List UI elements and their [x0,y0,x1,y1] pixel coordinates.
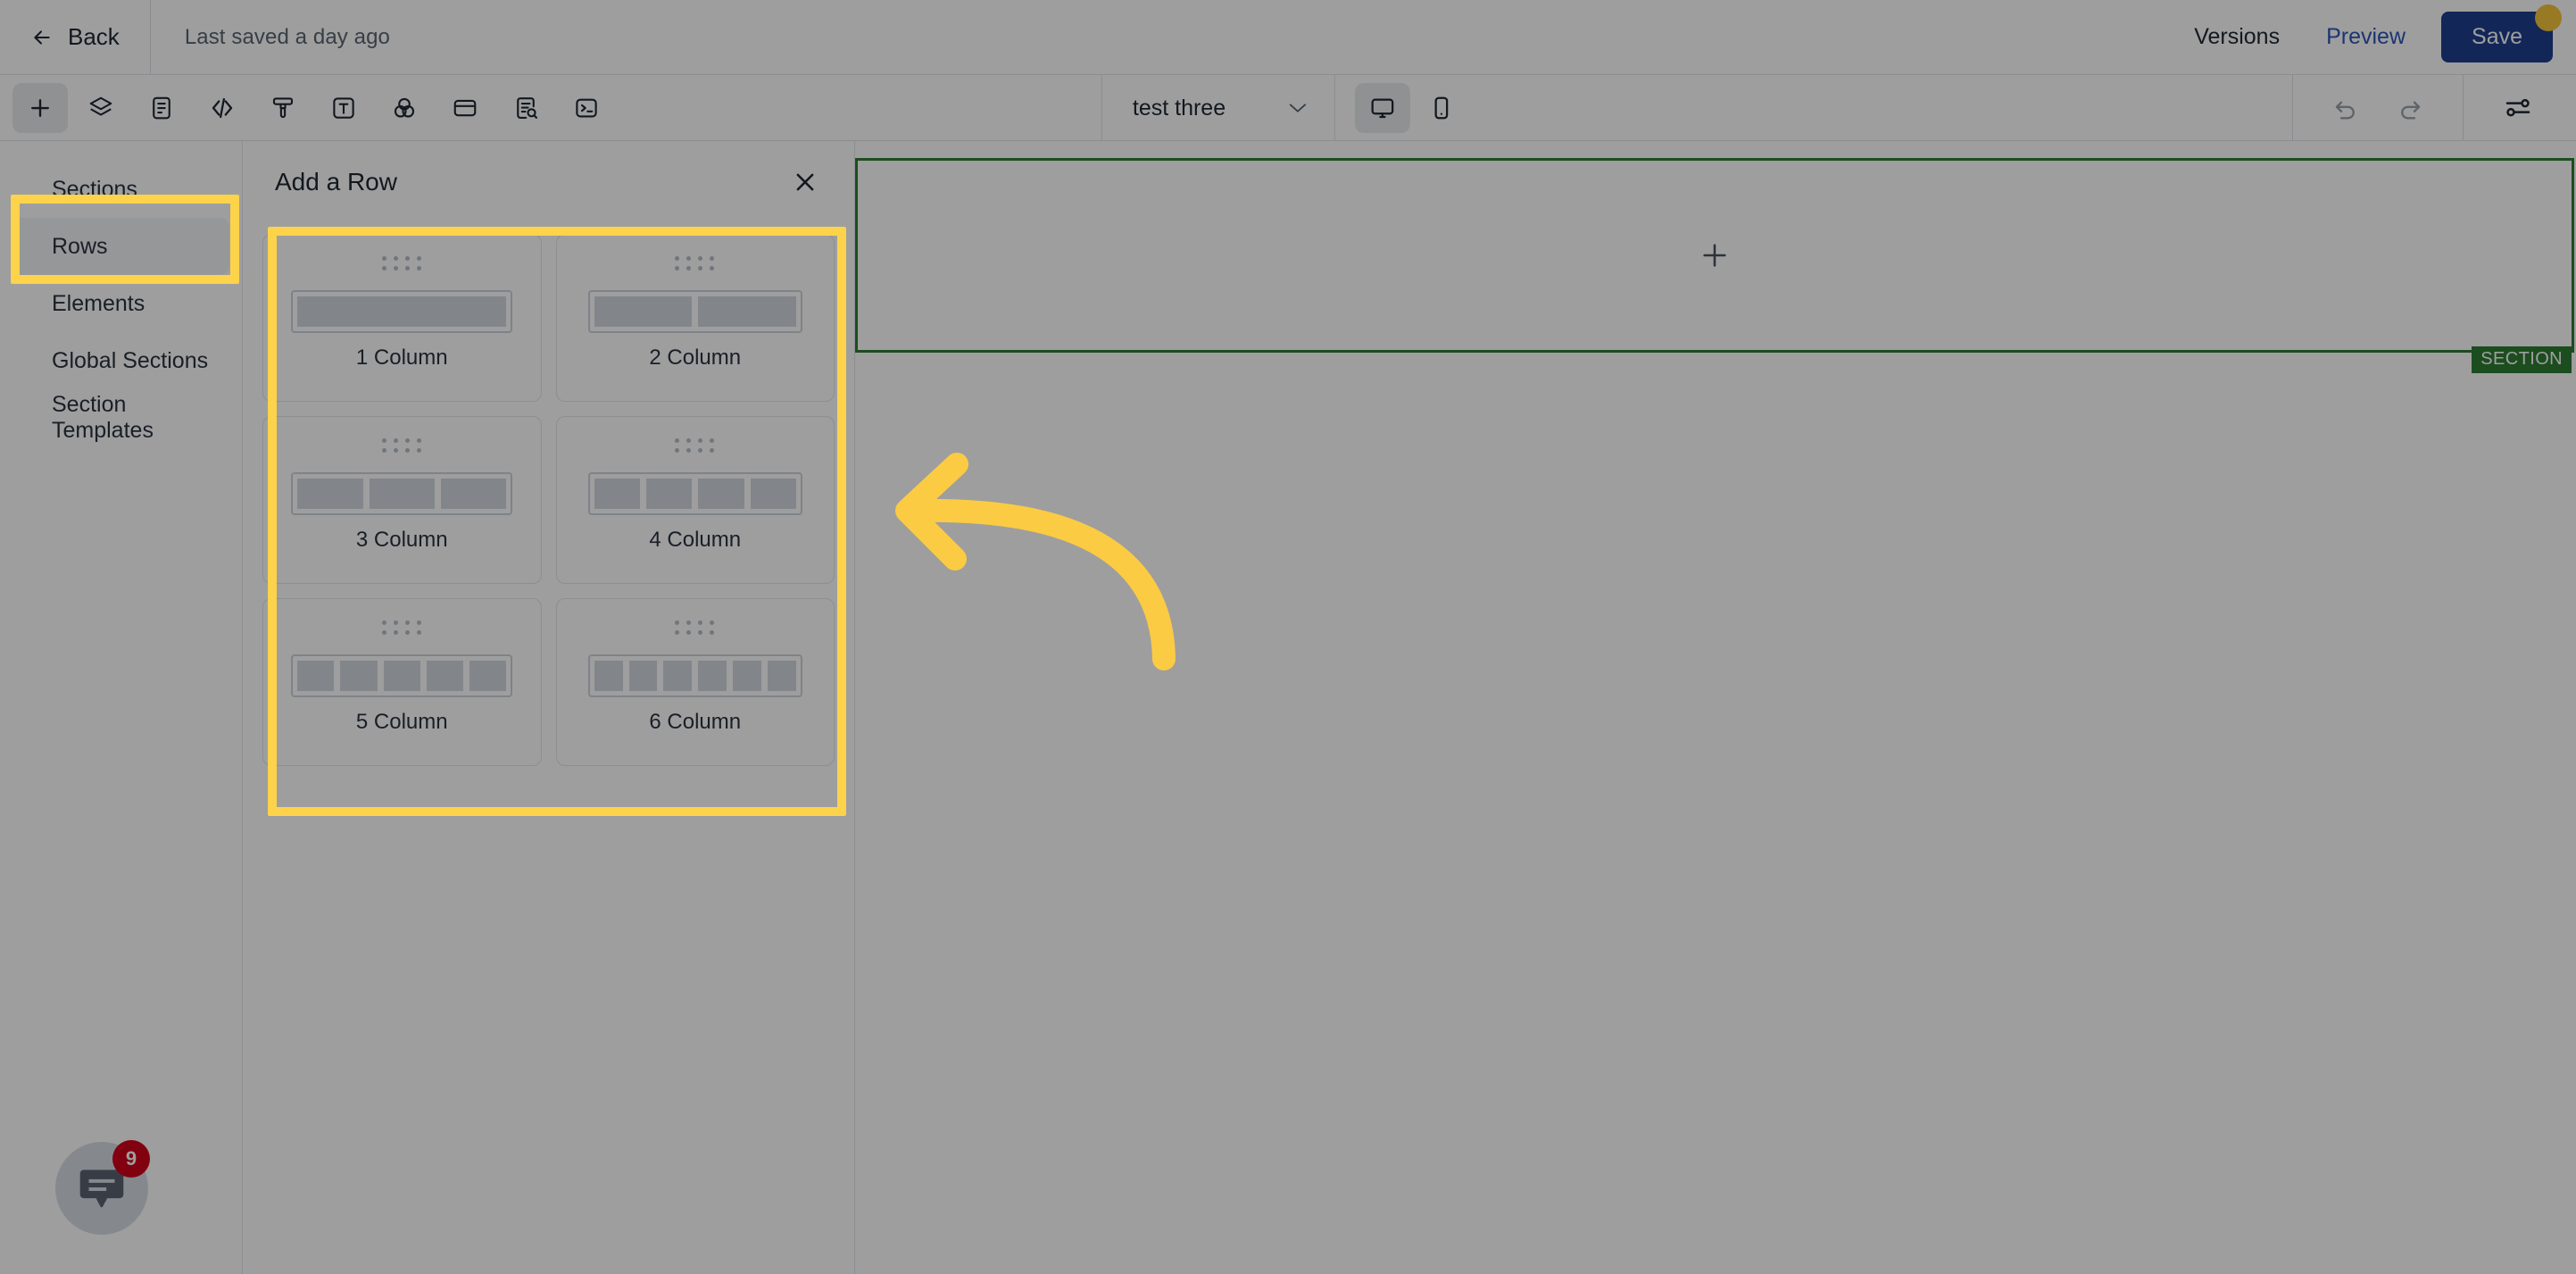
color-palette-icon [391,95,418,121]
panel-header: Add a Row [243,141,854,223]
layers-icon-button[interactable] [73,83,129,133]
code-icon [209,95,236,121]
desktop-icon-button[interactable] [1355,83,1411,133]
section-badge: SECTION [2472,346,2572,373]
row-preview-3 [291,472,513,515]
row-preview-4 [587,472,802,515]
row-options-grid: 1 Column 2 Column 3 Column 4 Column 5 Co [243,223,854,786]
row-option-label: 6 Column [649,710,742,734]
page-content-icon [148,95,175,121]
drag-handle-icon[interactable] [675,620,715,635]
page-select-value: test three [1132,95,1226,121]
add-icon-button[interactable] [12,82,68,133]
row-option-4-column[interactable]: 4 Column [555,416,835,584]
row-preview-1 [291,290,513,333]
container-icon-button[interactable] [437,83,493,133]
chat-unread-badge: 9 [112,1140,150,1178]
last-saved-status: Last saved a day ago [184,24,390,49]
row-option-label: 4 Column [649,528,742,552]
seo-icon-button[interactable] [498,83,553,133]
row-preview-6 [587,654,802,697]
row-option-5-column[interactable]: 5 Column [262,598,542,766]
seo-icon [512,95,539,121]
code-icon-button[interactable] [195,83,250,133]
row-option-2-column[interactable]: 2 Column [555,234,835,402]
toolbar-left-group [0,82,614,133]
row-preview-5 [291,654,513,697]
container-icon [452,95,478,121]
add-row-panel: Add a Row 1 Column 2 Column 3 Column 4 C… [243,141,855,1274]
layers-icon [87,95,114,121]
undo-icon-button[interactable] [2318,83,2373,133]
back-label: Back [68,23,120,50]
back-button[interactable]: Back [0,0,151,75]
chat-widget[interactable]: 9 [55,1140,150,1235]
toolbar-center-group: test three [1101,75,1469,141]
page-canvas: SECTION [855,141,2576,1274]
unsaved-changes-dot [2535,4,2562,31]
redo-icon [2397,95,2423,121]
row-option-label: 3 Column [355,528,448,552]
typography-icon [330,95,357,121]
row-preview-2 [587,290,802,333]
redo-icon-button[interactable] [2382,83,2438,133]
arrow-left-icon [30,26,54,49]
desktop-icon [1369,95,1396,121]
preview-button[interactable]: Preview [2303,24,2429,50]
page-select[interactable]: test three [1101,75,1336,141]
sidebar-item-sections[interactable]: Sections [12,161,229,218]
sidebar-item-global-sections[interactable]: Global Sections [12,332,229,389]
sidebar-item-section-templates[interactable]: Section Templates [12,389,229,446]
row-option-1-column[interactable]: 1 Column [262,234,542,402]
device-switcher [1335,83,1469,133]
toolbar-right-group [2292,75,2576,141]
row-option-3-column[interactable]: 3 Column [262,416,542,584]
mobile-icon-button[interactable] [1414,83,1469,133]
drag-handle-icon[interactable] [675,256,715,271]
sidebar-item-rows[interactable]: Rows [12,218,229,275]
typography-icon-button[interactable] [316,83,371,133]
terminal-icon-button[interactable] [559,83,614,133]
save-button-wrap: Save [2441,4,2562,62]
brush-icon [270,95,296,121]
chevron-down-icon [1288,102,1308,114]
drag-handle-icon[interactable] [381,438,422,453]
left-sidebar: Sections Rows Elements Global Sections S… [0,141,243,1274]
versions-button[interactable]: Versions [2171,24,2303,50]
undo-icon [2332,95,2359,121]
add-icon [27,95,54,121]
history-controls [2292,75,2464,141]
brush-icon-button[interactable] [255,83,311,133]
add-element-icon[interactable] [1699,240,1730,271]
terminal-icon [573,95,600,121]
color-palette-icon-button[interactable] [377,83,432,133]
sliders-icon [2504,94,2532,122]
top-bar: Back Last saved a day ago Versions Previ… [0,0,2576,75]
row-option-6-column[interactable]: 6 Column [555,598,835,766]
mobile-icon [1428,95,1455,121]
drag-handle-icon[interactable] [381,256,422,271]
page-content-icon-button[interactable] [134,83,189,133]
drag-handle-icon[interactable] [675,438,715,453]
canvas-section[interactable]: SECTION [855,158,2574,373]
app-root: Back Last saved a day ago Versions Previ… [0,0,2576,1274]
row-option-label: 1 Column [355,346,448,370]
settings-icon-button[interactable] [2490,83,2546,133]
drag-handle-icon[interactable] [381,620,422,635]
sidebar-item-elements[interactable]: Elements [12,275,229,332]
settings-controls [2464,83,2576,133]
close-icon[interactable] [792,169,819,196]
editor-toolbar: test three [0,75,2576,141]
row-option-label: 2 Column [649,346,742,370]
top-bar-actions: Versions Preview Save [2171,4,2576,62]
row-option-label: 5 Column [355,710,448,734]
panel-title: Add a Row [275,168,397,196]
